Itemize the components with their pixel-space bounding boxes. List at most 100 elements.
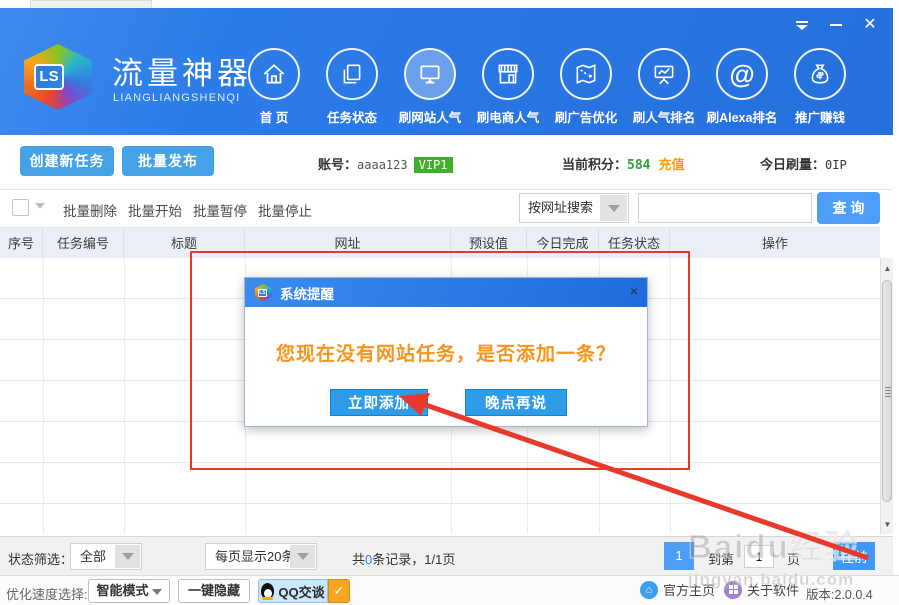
speed-mode-select[interactable]: 智能模式 (88, 579, 170, 603)
select-all-checkbox[interactable] (12, 199, 29, 216)
status-filter-select[interactable]: 全部 (70, 543, 142, 570)
minimize-icon[interactable] (827, 16, 845, 34)
select-dropdown-icon[interactable] (35, 203, 45, 209)
app-window: ✕ LS 流量神器 LIANGLIANGSHENQI 首 页 任务状态 (0, 0, 899, 605)
batch-publish-button[interactable]: 批量发布 (122, 146, 214, 176)
brand-subtitle: LIANGLIANGSHENQI (113, 92, 240, 104)
column-header[interactable]: 任务状态 (599, 228, 670, 259)
status-filter-label: 状态筛选： (8, 549, 73, 568)
logo-monogram: LS (34, 64, 64, 90)
dialog-close-icon[interactable]: × (630, 284, 638, 298)
account-label: 账号： (318, 157, 357, 172)
scrollbar-thumb[interactable] (882, 280, 892, 502)
version-text: 版本:2.0.0.4 (806, 584, 873, 603)
speed-select-label: 优化速度选择: (6, 584, 88, 603)
column-header[interactable]: 今日完成 (527, 228, 599, 259)
qq-verified-shield-icon: ✓ (328, 579, 350, 603)
one-key-hide-button[interactable]: 一键隐藏 (178, 579, 250, 603)
close-icon[interactable]: ✕ (861, 16, 879, 34)
background-tab (30, 0, 152, 8)
column-header[interactable]: 序号 (0, 228, 43, 259)
points-info: 当前积分：584充值 (562, 154, 685, 173)
page-unit-label: 页 (787, 549, 800, 568)
later-button[interactable]: 晚点再说 (465, 389, 567, 416)
money-bag-icon (807, 61, 833, 87)
nav-item-popularity-rank[interactable]: 刷人气排名 (625, 48, 703, 126)
vip-badge: VIP1 (414, 157, 453, 173)
main-nav: 首 页 任务状态 刷网站人气 刷电商人气 (235, 48, 859, 126)
page-size-dropdown-icon[interactable] (290, 545, 315, 568)
column-divider (124, 258, 125, 534)
dialog-message: 您现在没有网站任务，是否添加一条？ (245, 339, 647, 366)
batch-delete-link[interactable]: 批量删除 (63, 200, 117, 220)
monitor-icon (417, 61, 443, 87)
batch-stop-link[interactable]: 批量停止 (258, 200, 312, 220)
home-icon (261, 61, 287, 87)
create-task-button[interactable]: 创建新任务 (20, 146, 114, 176)
about-software-link[interactable]: 关于软件 (724, 580, 799, 599)
account-info: 账号：aaaa123 VIP1 (318, 154, 453, 173)
search-type-dropdown-icon[interactable] (600, 195, 627, 221)
window-menu-icon[interactable] (793, 16, 811, 34)
speed-mode-value: 智能模式 (96, 583, 148, 598)
recharge-link[interactable]: 充值 (659, 157, 685, 172)
column-header[interactable]: 预设值 (451, 228, 527, 259)
store-icon (495, 61, 521, 87)
today-value: 0IP (825, 158, 847, 172)
speed-dropdown-icon (152, 589, 162, 595)
status-filter-value: 全部 (80, 549, 106, 564)
nav-item-website-traffic[interactable]: 刷网站人气 (391, 48, 469, 126)
goto-page-input[interactable] (744, 545, 774, 568)
batch-start-link[interactable]: 批量开始 (128, 200, 182, 220)
task-status-icon (339, 61, 365, 87)
dialog-titlebar[interactable]: LS 系统提醒 × (245, 278, 647, 307)
nav-item-ad-optimize[interactable]: 刷广告优化 (547, 48, 625, 126)
qq-penguin-icon (261, 583, 274, 599)
batch-toolbar: 批量删除 批量开始 批量暂停 批量停止 按网址搜索 查 询 (0, 190, 893, 227)
records-summary: 共0条记录，1/1页 (352, 549, 455, 568)
app-header: ✕ LS 流量神器 LIANGLIANGSHENQI 首 页 任务状态 (0, 8, 893, 135)
goto-page-button[interactable]: 往前 (833, 542, 875, 570)
page-size-select[interactable]: 每页显示20条 (205, 543, 317, 570)
column-header[interactable]: 标题 (124, 228, 245, 259)
desktop-remnant-strip (0, 0, 899, 8)
window-controls: ✕ (793, 16, 879, 34)
add-now-button[interactable]: 立即添加 (330, 389, 428, 416)
brand-title: 流量神器 (112, 48, 252, 93)
column-header[interactable]: 操作 (670, 228, 880, 259)
query-button[interactable]: 查 询 (817, 192, 880, 224)
today-info: 今日刷量：0IP (760, 154, 847, 173)
scroll-down-icon[interactable]: ▼ (881, 516, 894, 532)
nav-item-home[interactable]: 首 页 (235, 48, 313, 126)
nav-item-alexa-rank[interactable]: @ 刷Alexa排名 (703, 48, 781, 126)
dialog-title: 系统提醒 (280, 283, 334, 303)
points-label: 当前积分： (562, 157, 627, 172)
official-home-link[interactable]: ⌂官方主页 (640, 580, 715, 599)
presentation-chart-icon (651, 61, 677, 87)
current-page-button[interactable]: 1 (664, 542, 694, 570)
status-filter-dropdown-icon[interactable] (115, 545, 140, 568)
batch-pause-link[interactable]: 批量暂停 (193, 200, 247, 220)
account-bar: 创建新任务 批量发布 账号：aaaa123 VIP1 当前积分：584充值 今日刷… (0, 135, 893, 190)
column-divider (670, 258, 671, 534)
nav-item-task-status[interactable]: 任务状态 (313, 48, 391, 126)
nav-item-ecommerce-traffic[interactable]: 刷电商人气 (469, 48, 547, 126)
page-size-value: 每页显示20条 (215, 549, 294, 564)
search-input[interactable] (638, 193, 812, 223)
windows-circle-icon (724, 581, 742, 599)
qq-chat-button[interactable]: QQ交谈 (258, 579, 328, 603)
app-logo: LS (24, 44, 92, 110)
column-divider (43, 258, 44, 534)
nav-item-promote-earn[interactable]: 推广赚钱 (781, 48, 859, 126)
search-type-select[interactable]: 按网址搜索 (519, 193, 629, 223)
column-header[interactable]: 任务编号 (43, 228, 124, 259)
today-label: 今日刷量： (760, 157, 825, 172)
official-home-label: 官方主页 (663, 580, 715, 599)
vertical-scrollbar[interactable]: ▲ ▼ (880, 258, 893, 534)
about-software-label: 关于软件 (747, 580, 799, 599)
account-value: aaaa123 (357, 158, 408, 172)
column-header[interactable]: 网址 (245, 228, 451, 259)
scroll-up-icon[interactable]: ▲ (881, 260, 894, 276)
table-header-row: 序号 任务编号 标题 网址 预设值 今日完成 任务状态 操作 (0, 227, 880, 258)
system-dialog: LS 系统提醒 × 您现在没有网站任务，是否添加一条？ 立即添加 晚点再说 (244, 277, 648, 427)
